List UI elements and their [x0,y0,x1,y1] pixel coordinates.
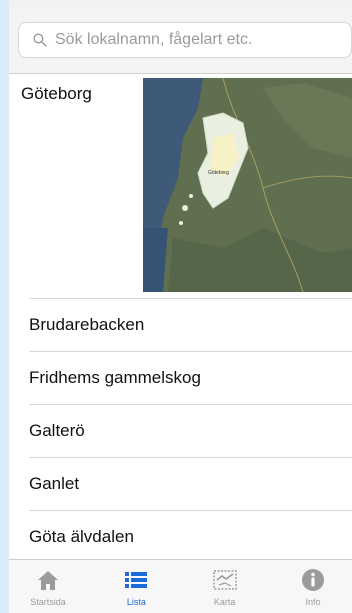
search-input[interactable]: Sök lokalnamn, fågelart etc. [18,22,352,58]
tab-info[interactable]: Info [274,560,352,613]
info-icon [301,569,324,591]
list-item[interactable]: Fridhems gammelskog [29,351,352,404]
region-title: Göteborg [21,84,92,103]
tab-label: Karta [213,597,236,607]
tab-lista[interactable]: Lista [97,560,175,613]
map-city-label: Göteborg [208,170,229,176]
app-screen: Sök lokalnamn, fågelart etc. Göteborg Gö… [9,0,352,613]
map-icon [212,570,237,590]
tab-label: Lista [126,597,146,607]
tab-label: Info [305,597,321,607]
list-item[interactable]: Ganlet [29,457,352,510]
search-icon [33,33,47,47]
list-item-label: Ganlet [29,474,80,493]
tab-karta[interactable]: Karta [186,560,264,613]
search-placeholder: Sök lokalnamn, fågelart etc. [55,31,253,48]
list-item-label: Galterö [29,421,85,440]
list-item[interactable]: Galterö [29,404,352,457]
list-item[interactable]: Göta älvdalen [29,510,352,563]
list-item-label: Göta älvdalen [29,527,134,546]
list-item[interactable]: Brudarebacken [29,298,352,351]
list-item-label: Brudarebacken [29,315,145,334]
list-item-label: Fridhems gammelskog [29,368,201,387]
status-bar [9,0,352,8]
tab-startsida[interactable]: Startsida [9,560,87,613]
list-icon [125,572,148,588]
tab-label: Startsida [30,597,66,607]
tab-bar: Startsida Lista Karta Info [9,559,352,613]
region-map[interactable]: Göteborg [143,78,352,292]
location-list: Brudarebacken Fridhems gammelskog Galter… [29,298,352,563]
home-icon [38,571,58,590]
search-area: Sök lokalnamn, fågelart etc. [9,8,352,74]
